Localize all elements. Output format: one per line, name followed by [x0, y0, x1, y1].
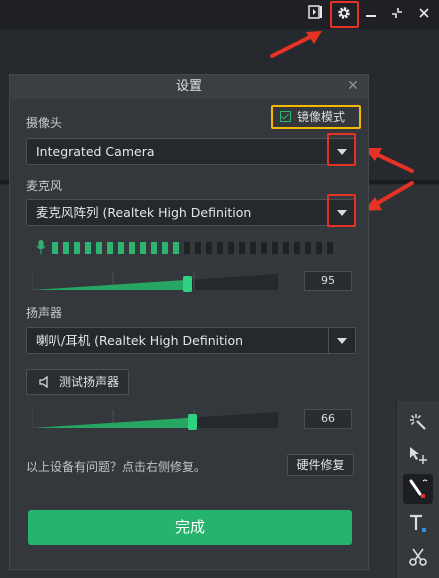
dialog-title: 设置 [10, 75, 368, 99]
microphone-dropdown-highlight [327, 194, 356, 227]
meter-bar-inactive [316, 242, 322, 254]
meter-bar-inactive [217, 242, 223, 254]
meter-bar-inactive [272, 242, 278, 254]
speaker-icon [39, 376, 48, 388]
arrow-to-gear [270, 31, 322, 58]
collapse-icon[interactable] [387, 5, 407, 25]
checkbox-checked-icon[interactable] [280, 111, 291, 122]
meter-bar-active [63, 242, 69, 254]
close-icon[interactable] [414, 5, 434, 25]
hardware-repair-button[interactable]: 硬件修复 [287, 454, 354, 476]
meter-bar-active [107, 242, 113, 254]
test-speaker-label: 测试扬声器 [59, 375, 120, 389]
meter-bar-active [85, 242, 91, 254]
meter-bar-inactive [283, 242, 289, 254]
meter-bar-active [151, 242, 157, 254]
speaker-select-value: 喇叭/耳机 (Realtek High Definition [36, 333, 244, 348]
speaker-volume-track[interactable] [31, 408, 278, 432]
test-speaker-button[interactable]: 测试扬声器 [26, 369, 129, 395]
meter-bar-active [129, 242, 135, 254]
scissors-icon[interactable] [403, 542, 433, 572]
meter-bar-active [162, 242, 168, 254]
meter-bar-inactive [184, 242, 190, 254]
settings-dialog: 设置 ✕ 摄像头 镜像模式 Integrated Camera 麦克风 麦克风阵… [9, 74, 369, 570]
meter-bar-inactive [195, 242, 201, 254]
speaker-volume-thumb[interactable] [188, 414, 197, 430]
pen-icon[interactable] [403, 474, 433, 504]
microphone-volume-value[interactable]: 95 [304, 271, 352, 291]
camera-dropdown-highlight [327, 133, 356, 166]
speaker-volume-value[interactable]: 66 [304, 409, 352, 429]
top-bar [0, 0, 439, 29]
camera-label: 摄像头 [26, 116, 63, 130]
microphone-volume-slider[interactable] [31, 270, 278, 294]
text-icon[interactable] [403, 509, 433, 539]
gear-highlight-box [330, 1, 359, 28]
meter-bar-inactive [305, 242, 311, 254]
meter-bar-active [52, 242, 58, 254]
camera-select[interactable]: Integrated Camera [26, 138, 356, 165]
chevron-down-icon[interactable] [328, 328, 355, 353]
speaker-volume-slider[interactable] [31, 408, 278, 432]
microphone-level-meter [36, 240, 336, 254]
microphone-select[interactable]: 麦克风阵列 (Realtek High Definition [26, 199, 356, 226]
meter-bar-active [74, 242, 80, 254]
meter-bar-active [118, 242, 124, 254]
meter-bar-inactive [239, 242, 245, 254]
select-move-icon[interactable] [403, 440, 433, 470]
arrows-to-dropdowns [364, 148, 414, 211]
meter-bar-inactive [261, 242, 267, 254]
microphone-volume-fill [32, 279, 187, 290]
microphone-volume-track[interactable] [31, 270, 278, 294]
camera-select-value: Integrated Camera [36, 144, 155, 159]
speaker-label: 扬声器 [26, 306, 63, 320]
repair-hint: 以上设备有问题？点击右侧修复。 [26, 460, 207, 474]
minimize-icon[interactable] [361, 5, 381, 25]
done-button[interactable]: 完成 [28, 510, 352, 545]
meter-bar-inactive [327, 242, 333, 254]
meter-bar-active [140, 242, 146, 254]
microphone-icon [36, 240, 46, 254]
microphone-label: 麦克风 [26, 179, 63, 193]
meter-bar-inactive [250, 242, 256, 254]
meter-bar-active [173, 242, 179, 254]
speaker-select[interactable]: 喇叭/耳机 (Realtek High Definition [26, 327, 356, 354]
meter-bar-inactive [294, 242, 300, 254]
mirror-mode-label: 镜像模式 [297, 110, 346, 124]
meter-bar-active [96, 242, 102, 254]
close-icon[interactable]: ✕ [344, 77, 362, 95]
tool-panel [396, 401, 439, 578]
effects-icon[interactable] [403, 407, 433, 437]
meter-bar-inactive [228, 242, 234, 254]
microphone-volume-thumb[interactable] [183, 276, 192, 292]
mirror-mode-checkbox[interactable]: 镜像模式 [271, 105, 361, 129]
microphone-select-value: 麦克风阵列 (Realtek High Definition [36, 205, 252, 220]
meter-bar-inactive [206, 242, 212, 254]
record-icon[interactable] [306, 5, 326, 25]
